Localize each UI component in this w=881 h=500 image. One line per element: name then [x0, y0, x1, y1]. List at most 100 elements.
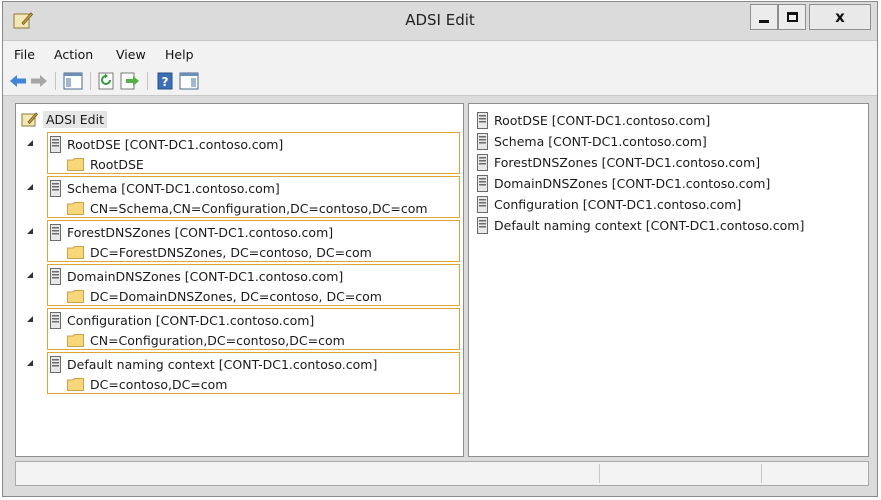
tree-child-row[interactable]: RootDSE: [67, 154, 144, 174]
forward-arrow-icon: [31, 75, 47, 87]
server-icon: [50, 223, 61, 241]
show-hide-console-tree-button[interactable]: [62, 72, 84, 90]
folder-icon: [67, 157, 84, 171]
tree-node-row[interactable]: Default naming context [CONT-DC1.contoso…: [48, 354, 377, 374]
tree-child-row[interactable]: DC=contoso,DC=com: [67, 374, 227, 394]
export-list-icon: [120, 72, 139, 90]
tree-node-label: Configuration [CONT-DC1.contoso.com]: [67, 312, 315, 328]
menu-help[interactable]: Help: [165, 47, 194, 62]
tree-node-schema[interactable]: Schema [CONT-DC1.contoso.com] CN=Schema,…: [27, 176, 460, 218]
details-item-domaindnszones[interactable]: DomainDNSZones [CONT-DC1.contoso.com]: [477, 173, 770, 193]
server-icon: [50, 179, 61, 197]
refresh-icon: [98, 72, 114, 90]
menu-bar: File Action View Help: [3, 40, 877, 64]
adsi-edit-root-icon: [21, 112, 39, 127]
tree-node-row[interactable]: RootDSE [CONT-DC1.contoso.com]: [48, 134, 283, 154]
details-item-rootdse[interactable]: RootDSE [CONT-DC1.contoso.com]: [477, 110, 710, 130]
title-bar[interactable]: ADSI Edit x: [3, 2, 877, 38]
tree-child-row[interactable]: DC=ForestDNSZones, DC=contoso, DC=com: [67, 242, 372, 262]
status-bar: [15, 461, 869, 486]
minimize-icon: [759, 19, 769, 23]
help-button[interactable]: ?: [155, 72, 175, 90]
details-item-label: Configuration [CONT-DC1.contoso.com]: [494, 196, 742, 212]
server-icon: [50, 267, 61, 285]
window-title: ADSI Edit: [405, 11, 475, 29]
tree-node-rootdse[interactable]: RootDSE [CONT-DC1.contoso.com] RootDSE: [27, 132, 460, 174]
details-item-label: ForestDNSZones [CONT-DC1.contoso.com]: [494, 154, 761, 170]
details-item-label: Default naming context [CONT-DC1.contoso…: [494, 217, 805, 233]
expanded-chevron-icon[interactable]: [26, 359, 34, 367]
details-item-label: RootDSE [CONT-DC1.contoso.com]: [494, 112, 711, 128]
toolbar-separator: [55, 72, 56, 90]
folder-icon: [67, 333, 84, 347]
expanded-chevron-icon[interactable]: [26, 139, 34, 147]
tree-node-row[interactable]: ForestDNSZones [CONT-DC1.contoso.com]: [48, 222, 333, 242]
svg-text:?: ?: [162, 75, 169, 89]
server-icon: [477, 195, 488, 213]
tree-node-row[interactable]: Schema [CONT-DC1.contoso.com]: [48, 178, 280, 198]
tree-node-row[interactable]: Configuration [CONT-DC1.contoso.com]: [48, 310, 314, 330]
folder-icon: [67, 289, 84, 303]
tree-node-domaindnszones[interactable]: DomainDNSZones [CONT-DC1.contoso.com] DC…: [27, 264, 460, 306]
tree-root-adsi-edit[interactable]: ADSI Edit: [21, 110, 107, 128]
tree-child-row[interactable]: CN=Schema,CN=Configuration,DC=contoso,DC…: [67, 198, 428, 218]
back-button[interactable]: [9, 72, 27, 90]
server-icon: [50, 355, 61, 373]
adsi-edit-window: ADSI Edit x File Action View Help ? ADSI…: [2, 1, 878, 497]
tree-node-default-naming-context[interactable]: Default naming context [CONT-DC1.contoso…: [27, 352, 460, 394]
tree-child-row[interactable]: CN=Configuration,DC=contoso,DC=com: [67, 330, 345, 350]
toolbar-separator: [90, 72, 91, 90]
tree-child-label: CN=Configuration,DC=contoso,DC=com: [90, 332, 345, 348]
tree-child-label: DC=contoso,DC=com: [90, 376, 228, 392]
tree-node-label: RootDSE [CONT-DC1.contoso.com]: [67, 136, 284, 152]
status-bar-divider: [599, 464, 600, 483]
server-icon: [477, 111, 488, 129]
tree-node-label: ForestDNSZones [CONT-DC1.contoso.com]: [67, 224, 334, 240]
server-icon: [50, 311, 61, 329]
details-item-forestdnszones[interactable]: ForestDNSZones [CONT-DC1.contoso.com]: [477, 152, 760, 172]
expanded-chevron-icon[interactable]: [26, 183, 34, 191]
server-icon: [477, 174, 488, 192]
tree-node-label: DomainDNSZones [CONT-DC1.contoso.com]: [67, 268, 344, 284]
details-item-configuration[interactable]: Configuration [CONT-DC1.contoso.com]: [477, 194, 741, 214]
server-icon: [50, 135, 61, 153]
expanded-chevron-icon[interactable]: [26, 315, 34, 323]
close-button[interactable]: x: [809, 4, 871, 30]
server-icon: [477, 216, 488, 234]
menu-file[interactable]: File: [14, 47, 35, 62]
show-action-pane-button[interactable]: [178, 72, 200, 90]
tree-node-label: Default naming context [CONT-DC1.contoso…: [67, 356, 378, 372]
details-item-label: Schema [CONT-DC1.contoso.com]: [494, 133, 707, 149]
expanded-chevron-icon[interactable]: [26, 227, 34, 235]
refresh-button[interactable]: [97, 72, 117, 90]
tree-node-row[interactable]: DomainDNSZones [CONT-DC1.contoso.com]: [48, 266, 343, 286]
folder-icon: [67, 245, 84, 259]
tree-node-configuration[interactable]: Configuration [CONT-DC1.contoso.com] CN=…: [27, 308, 460, 350]
tree-child-label: RootDSE: [90, 156, 144, 172]
tree-node-forestdnszones[interactable]: ForestDNSZones [CONT-DC1.contoso.com] DC…: [27, 220, 460, 262]
details-item-default-naming-context[interactable]: Default naming context [CONT-DC1.contoso…: [477, 215, 804, 235]
details-item-schema[interactable]: Schema [CONT-DC1.contoso.com]: [477, 131, 707, 151]
toolbar-separator: [147, 72, 148, 90]
tree-child-row[interactable]: DC=DomainDNSZones, DC=contoso, DC=com: [67, 286, 382, 306]
menu-view[interactable]: View: [116, 47, 146, 62]
status-bar-divider: [761, 464, 762, 483]
server-icon: [477, 132, 488, 150]
folder-icon: [67, 201, 84, 215]
show-action-pane-icon: [179, 72, 199, 90]
back-arrow-icon: [10, 75, 26, 87]
tree-node-label: Schema [CONT-DC1.contoso.com]: [67, 180, 280, 196]
server-icon: [477, 153, 488, 171]
expanded-chevron-icon[interactable]: [26, 271, 34, 279]
forward-button[interactable]: [30, 72, 48, 90]
tree-child-label: DC=DomainDNSZones, DC=contoso, DC=com: [90, 288, 382, 304]
export-list-button[interactable]: [120, 72, 140, 90]
toolbar: ?: [3, 64, 877, 96]
minimize-button[interactable]: [750, 4, 778, 30]
console-tree-pane[interactable]: ADSI Edit RootDSE [CONT-DC1.contoso.com]…: [15, 103, 464, 457]
maximize-button[interactable]: [778, 4, 806, 30]
menu-action[interactable]: Action: [54, 47, 93, 62]
tree-root-label: ADSI Edit: [43, 110, 107, 128]
details-pane[interactable]: RootDSE [CONT-DC1.contoso.com] Schema [C…: [468, 103, 869, 457]
tree-child-label: DC=ForestDNSZones, DC=contoso, DC=com: [90, 244, 372, 260]
